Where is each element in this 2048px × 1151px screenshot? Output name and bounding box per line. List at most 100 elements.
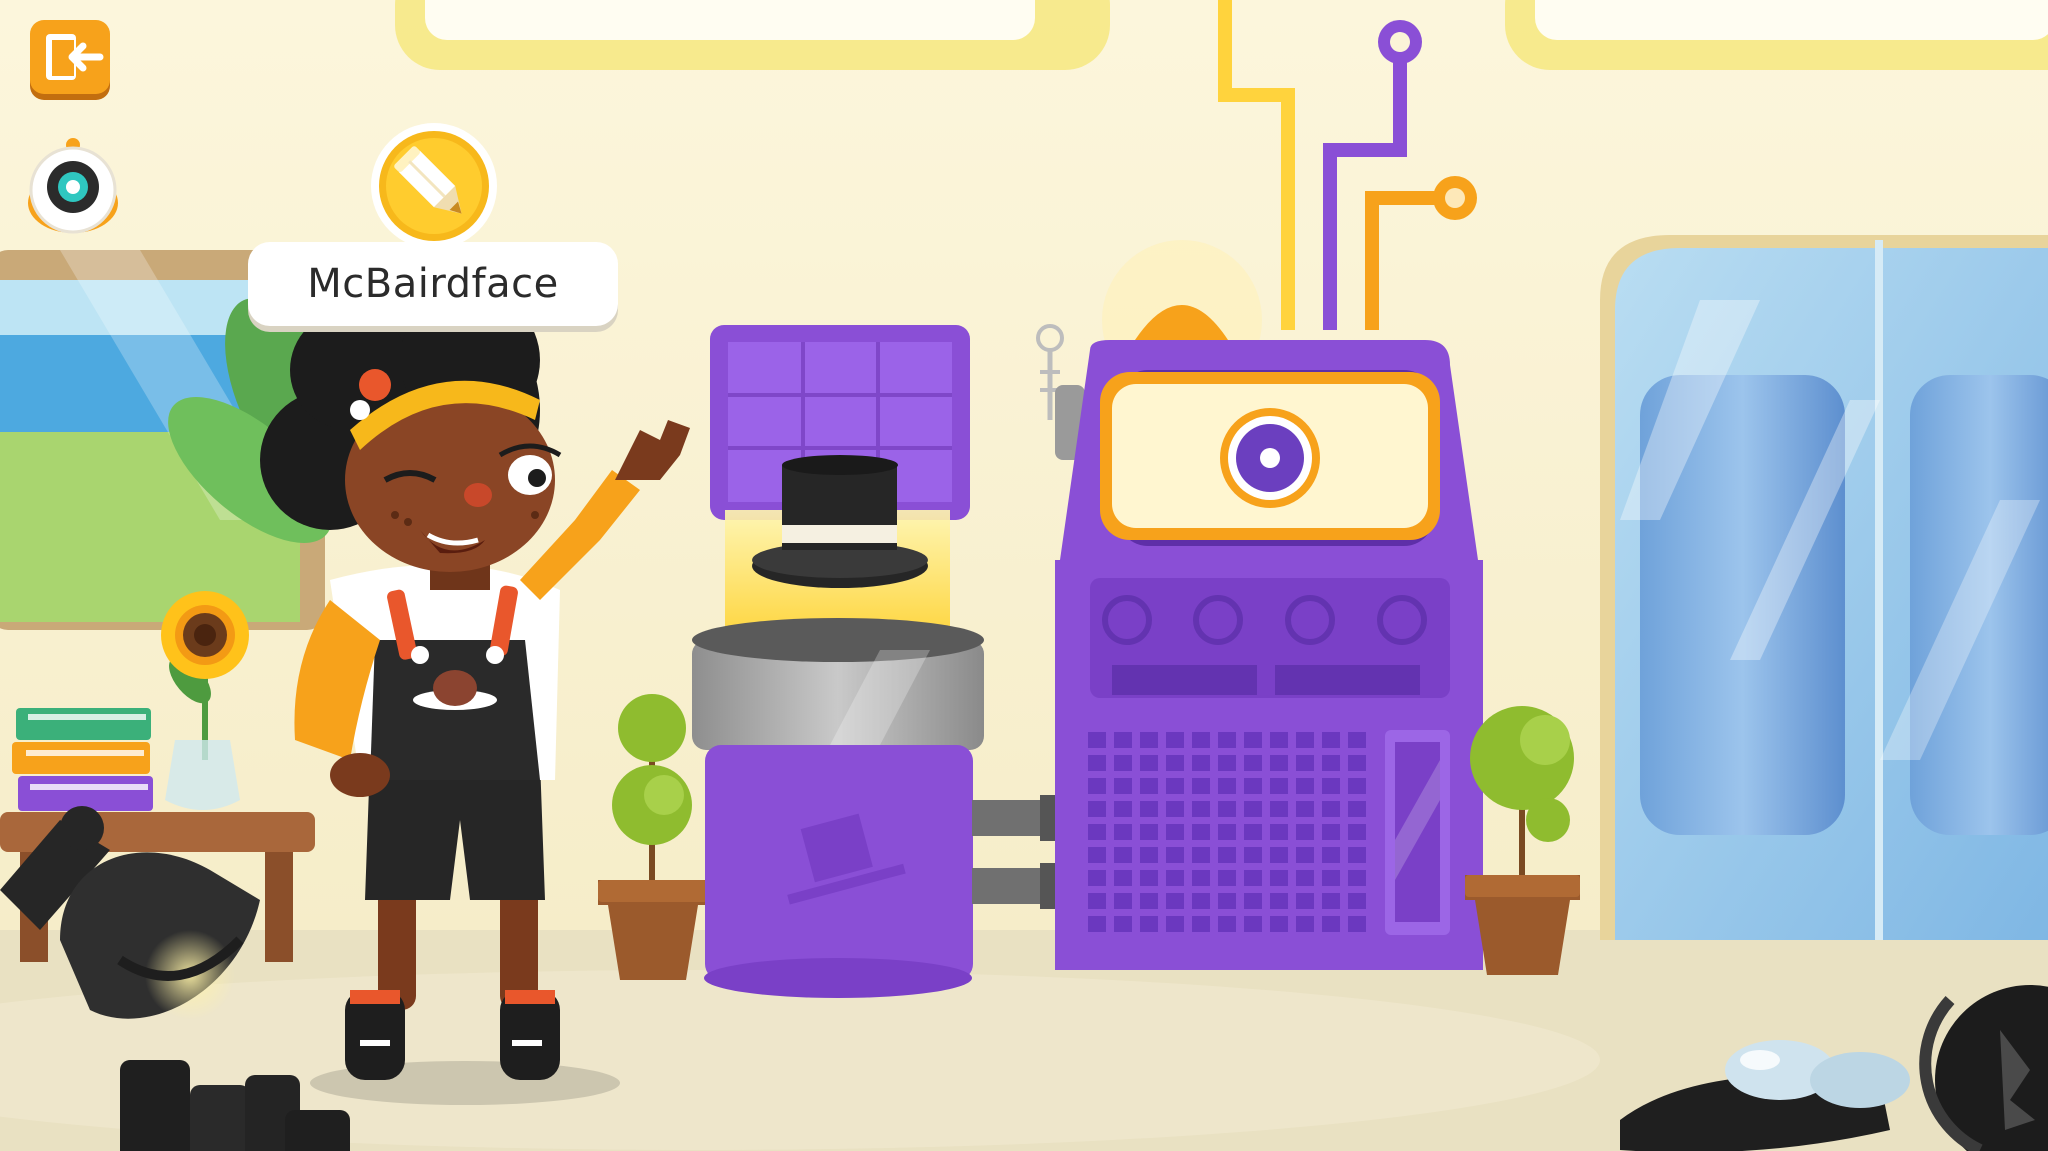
grille-slot xyxy=(1192,916,1210,932)
grille-slot xyxy=(1114,870,1132,886)
grille-slot xyxy=(1088,870,1106,886)
grille-slot xyxy=(1166,755,1184,771)
edit-name-button[interactable] xyxy=(369,121,499,251)
grille-slot xyxy=(1166,847,1184,863)
grille-slot xyxy=(1296,847,1314,863)
grille-slot xyxy=(1270,732,1288,748)
grille-slot xyxy=(1140,870,1158,886)
grille-slot xyxy=(1348,801,1366,817)
grille-slot xyxy=(1166,732,1184,748)
exit-button[interactable] xyxy=(28,18,112,102)
grille-slot xyxy=(1322,732,1340,748)
grille-slot xyxy=(1114,847,1132,863)
grille-slot xyxy=(1244,732,1262,748)
grille-slot xyxy=(1270,870,1288,886)
grille-slot xyxy=(1270,778,1288,794)
grille-slot xyxy=(1348,870,1366,886)
grille-slot xyxy=(1114,755,1132,771)
grille-slot xyxy=(1296,778,1314,794)
grille-slot xyxy=(1296,755,1314,771)
grille-slot xyxy=(1140,824,1158,840)
grille-slot xyxy=(1140,732,1158,748)
grille-slot xyxy=(1088,801,1106,817)
grille-slot xyxy=(1244,824,1262,840)
robot-button[interactable] xyxy=(26,135,120,241)
grille-slot xyxy=(1244,870,1262,886)
grille-slot xyxy=(1348,824,1366,840)
grille-slot xyxy=(1322,893,1340,909)
grille-slot xyxy=(1218,801,1236,817)
grille-slot xyxy=(1348,755,1366,771)
grille-slot xyxy=(1218,824,1236,840)
game-stage: McBairdface xyxy=(0,0,2048,1151)
robot-eye-icon xyxy=(28,138,118,234)
grille-slot xyxy=(1244,801,1262,817)
character-name-tag[interactable]: McBairdface xyxy=(248,242,618,326)
grille-slot xyxy=(1192,732,1210,748)
grille-slot xyxy=(1218,847,1236,863)
grille-slot xyxy=(1192,893,1210,909)
grille-slot xyxy=(1166,916,1184,932)
grille-slot xyxy=(1140,847,1158,863)
glass-capsules xyxy=(1600,235,2048,940)
grille-slot xyxy=(1192,870,1210,886)
exit-door-icon xyxy=(30,20,110,100)
grille-slot xyxy=(1322,778,1340,794)
grille-slot xyxy=(1296,893,1314,909)
grille-slot xyxy=(1348,732,1366,748)
grille-slot xyxy=(1348,847,1366,863)
grille-slot xyxy=(1270,824,1288,840)
grille-slot xyxy=(1166,870,1184,886)
laboratory-scene xyxy=(0,0,2048,1151)
grille-slot xyxy=(1140,801,1158,817)
grille-slot xyxy=(1088,893,1106,909)
grille-slot xyxy=(1192,755,1210,771)
grille-slot xyxy=(1192,824,1210,840)
grille-slot xyxy=(1270,755,1288,771)
grille-slot xyxy=(1244,916,1262,932)
grille-slot xyxy=(1114,893,1132,909)
grille-slot xyxy=(1244,755,1262,771)
grille-slot xyxy=(1166,824,1184,840)
grille-slot xyxy=(1140,778,1158,794)
grille-slot xyxy=(1114,732,1132,748)
grille-slot xyxy=(1218,893,1236,909)
grille-slot xyxy=(1218,870,1236,886)
grille-slot xyxy=(1296,801,1314,817)
grille-slot xyxy=(1192,801,1210,817)
grille-slot xyxy=(1270,916,1288,932)
grille-slot xyxy=(1218,916,1236,932)
grille-slot xyxy=(1140,893,1158,909)
grille-slot xyxy=(1114,916,1132,932)
grille-slot xyxy=(1244,847,1262,863)
grille-slot xyxy=(1166,801,1184,817)
grille-slot xyxy=(1114,778,1132,794)
grille-slot xyxy=(1296,916,1314,932)
grille-slot xyxy=(1088,916,1106,932)
grille-slot xyxy=(1348,778,1366,794)
grille-slot xyxy=(1192,778,1210,794)
grille-slot xyxy=(1348,916,1366,932)
grille-slot xyxy=(1244,778,1262,794)
grille-slot xyxy=(1244,893,1262,909)
grille-slot xyxy=(1088,847,1106,863)
grille-slot xyxy=(1322,847,1340,863)
grille-slot xyxy=(1322,824,1340,840)
grille-slot xyxy=(1270,893,1288,909)
grille-slot xyxy=(1322,870,1340,886)
grille-slot xyxy=(1140,755,1158,771)
grille-slot xyxy=(1166,778,1184,794)
grille-slot xyxy=(1322,801,1340,817)
grille-slot xyxy=(1114,824,1132,840)
grille-slot xyxy=(1140,916,1158,932)
grille-slot xyxy=(1270,801,1288,817)
grille-slot xyxy=(1218,732,1236,748)
grille-slot xyxy=(1192,847,1210,863)
grille-slot xyxy=(1270,847,1288,863)
grille-slot xyxy=(1088,755,1106,771)
grille-slot xyxy=(1166,893,1184,909)
pencil-icon xyxy=(371,123,497,249)
grille-slot xyxy=(1322,755,1340,771)
grille-slot xyxy=(1088,732,1106,748)
grille-slot xyxy=(1218,755,1236,771)
